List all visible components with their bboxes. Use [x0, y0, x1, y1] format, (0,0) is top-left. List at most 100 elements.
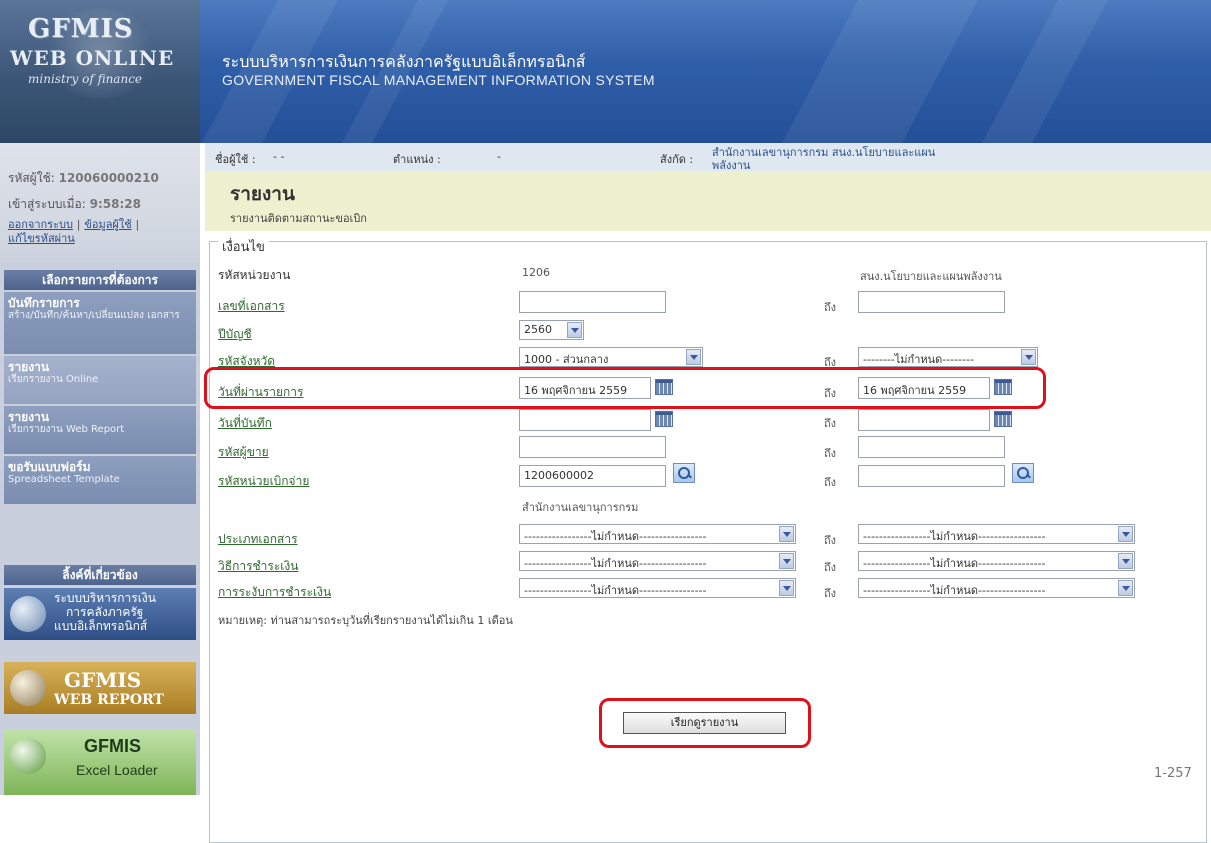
note-text: หมายเหตุ: ท่านสามารถระบุวันที่เรียกรายงา… [218, 614, 513, 627]
user-info-bar: ชื่อผู้ใช้ : - - ตำแหน่ง : - สังกัด : สำ… [205, 143, 1211, 172]
user-info-panel: รหัสผู้ใช้: 120060000210 เข้าสู่ระบบเมื่… [0, 143, 200, 263]
org-label: สังกัด : [660, 153, 694, 166]
page-title: รายงาน [230, 184, 295, 205]
vendor-to-input[interactable] [858, 436, 1005, 458]
calendar-icon[interactable] [994, 411, 1012, 427]
to-label: ถึง [824, 587, 837, 600]
user-info-link[interactable]: ข้อมูลผู้ใช้ [84, 218, 131, 231]
banner-text: GFMIS [64, 668, 142, 692]
sidebar-item-subtitle: เรียกรายงาน Online [8, 374, 99, 385]
document-type-from-select[interactable]: -----------------ไม่กำหนด---------------… [519, 524, 796, 544]
entry-date-link[interactable]: วันที่บันทึก [218, 414, 272, 433]
chevron-down-icon [1118, 580, 1133, 596]
province-to-selected: --------ไม่กำหนด-------- [863, 353, 975, 366]
login-time-label: เข้าสู่ระบบเมื่อ: [8, 197, 86, 211]
globe-icon [10, 670, 46, 706]
payment-method-from-selected: -----------------ไม่กำหนด---------------… [524, 557, 707, 570]
globe-icon [10, 596, 46, 632]
document-type-link[interactable]: ประเภทเอกสาร [218, 530, 298, 549]
unit-code-value: 1206 [522, 266, 550, 279]
link-separator: | [76, 218, 81, 231]
link-separator: | [135, 218, 140, 231]
entry-date-to-input[interactable] [858, 409, 990, 431]
search-icon[interactable] [1012, 463, 1034, 483]
document-number-link[interactable]: เลขที่เอกสาร [218, 297, 285, 316]
to-label: ถึง [824, 447, 837, 460]
logo-text-ministry: ministry of finance [28, 72, 143, 86]
highlight-posting-date [204, 367, 1046, 409]
banner-text: GFMIS [84, 736, 141, 756]
province-from-select[interactable]: 1000 - ส่วนกลาง [519, 347, 703, 367]
entry-date-from-input[interactable] [519, 409, 651, 431]
unit-code-label: รหัสหน่วยงาน [218, 268, 291, 282]
globe-icon [10, 738, 46, 774]
chevron-down-icon [779, 580, 794, 596]
to-label: ถึง [824, 301, 837, 314]
change-password-link[interactable]: แก้ไขรหัสผ่าน [8, 232, 75, 245]
vendor-from-input[interactable] [519, 436, 666, 458]
banner-text: แบบอิเล็กทรอนิกส์ [54, 619, 148, 633]
banner-text: Excel Loader [76, 762, 158, 778]
disbursement-unit-to-input[interactable] [858, 465, 1005, 487]
banner-text: WEB REPORT [54, 692, 164, 708]
position-label: ตำแหน่ง : [393, 153, 441, 166]
payment-method-from-select[interactable]: -----------------ไม่กำหนด---------------… [519, 551, 796, 571]
menu-header: เลือกรายการที่ต้องการ [4, 270, 196, 290]
disbursement-unit-from-input[interactable]: 1200600002 [519, 465, 666, 487]
gfmis-system-banner[interactable]: ระบบบริหารการเงิน การคลังภาครัฐ แบบอิเล็… [4, 588, 196, 640]
user-id-label: รหัสผู้ใช้: [8, 171, 55, 185]
chevron-down-icon [779, 526, 794, 542]
system-title-english: GOVERNMENT FISCAL MANAGEMENT INFORMATION… [222, 72, 655, 88]
payment-block-to-selected: -----------------ไม่กำหนด---------------… [863, 584, 1046, 597]
chevron-down-icon [686, 349, 701, 365]
logo-text-gfmis: GFMIS [28, 14, 134, 44]
calendar-icon[interactable] [655, 411, 673, 427]
banner-text: ระบบบริหารการเงิน [54, 591, 156, 605]
gfmis-web-report-banner[interactable]: GFMIS WEB REPORT [4, 662, 196, 714]
gfmis-excel-loader-banner[interactable]: GFMIS Excel Loader [4, 730, 196, 795]
province-to-select[interactable]: --------ไม่กำหนด-------- [858, 347, 1038, 367]
unit-name-value: สนง.นโยบายและแผนพลังงาน [860, 270, 1002, 283]
vendor-code-link[interactable]: รหัสผู้ขาย [218, 443, 269, 462]
fiscal-year-select[interactable]: 2560 [519, 320, 584, 340]
banner-text: การคลังภาครัฐ [66, 605, 144, 619]
document-number-to-input[interactable] [858, 291, 1005, 313]
sidebar-item-forms[interactable]: ขอรับแบบฟอร์ม Spreadsheet Template [4, 456, 196, 504]
chevron-down-icon [1118, 526, 1133, 542]
sidebar-item-record[interactable]: บันทึกรายการ สร้าง/บันทึก/ค้นหา/เปลี่ยนแ… [4, 292, 196, 354]
chevron-down-icon [567, 322, 582, 338]
chevron-down-icon [779, 553, 794, 569]
to-label: ถึง [824, 561, 837, 574]
to-label: ถึง [824, 417, 837, 430]
page-header: รายงาน รายงานติดตามสถานะขอเบิก [205, 171, 1211, 231]
payment-method-to-select[interactable]: -----------------ไม่กำหนด---------------… [858, 551, 1135, 571]
page-number: 1-257 [1154, 766, 1192, 781]
sidebar-item-report-online[interactable]: รายงาน เรียกรายงาน Online [4, 356, 196, 404]
highlight-view-report [599, 698, 811, 748]
to-label: ถึง [824, 534, 837, 547]
payment-block-to-select[interactable]: -----------------ไม่กำหนด---------------… [858, 578, 1135, 598]
search-icon[interactable] [673, 463, 695, 483]
username-value: - - [273, 150, 285, 163]
province-from-selected: 1000 - ส่วนกลาง [524, 353, 609, 366]
payment-block-from-select[interactable]: -----------------ไม่กำหนด---------------… [519, 578, 796, 598]
sidebar-item-report-web[interactable]: รายงาน เรียกรายงาน Web Report [4, 406, 196, 454]
sidebar-item-subtitle: สร้าง/บันทึก/ค้นหา/เปลี่ยนแปลง เอกสาร [8, 310, 180, 321]
document-type-to-select[interactable]: -----------------ไม่กำหนด---------------… [858, 524, 1135, 544]
gfmis-logo: GFMIS WEB ONLINE ministry of finance [0, 0, 200, 143]
payment-block-from-selected: -----------------ไม่กำหนด---------------… [524, 584, 707, 597]
document-type-to-selected: -----------------ไม่กำหนด---------------… [863, 530, 1046, 543]
chevron-down-icon [1021, 349, 1036, 365]
payment-block-link[interactable]: การระงับการชำระเงิน [218, 583, 331, 602]
document-number-from-input[interactable] [519, 291, 666, 313]
login-time-value: 9:58:28 [89, 197, 141, 211]
document-type-from-selected: -----------------ไม่กำหนด---------------… [524, 530, 707, 543]
user-id-value: 120060000210 [58, 171, 159, 185]
payment-method-link[interactable]: วิธีการชำระเงิน [218, 557, 298, 576]
disbursement-unit-link[interactable]: รหัสหน่วยเบิกจ่าย [218, 472, 309, 491]
header-banner: ระบบบริหารการเงินการคลังภาครัฐแบบอิเล็กท… [200, 0, 1211, 143]
criteria-legend: เงื่อนไข [218, 236, 269, 257]
sidebar-item-subtitle: Spreadsheet Template [8, 474, 120, 485]
fiscal-year-link[interactable]: ปีบัญชี [218, 325, 252, 344]
to-label: ถึง [824, 476, 837, 489]
